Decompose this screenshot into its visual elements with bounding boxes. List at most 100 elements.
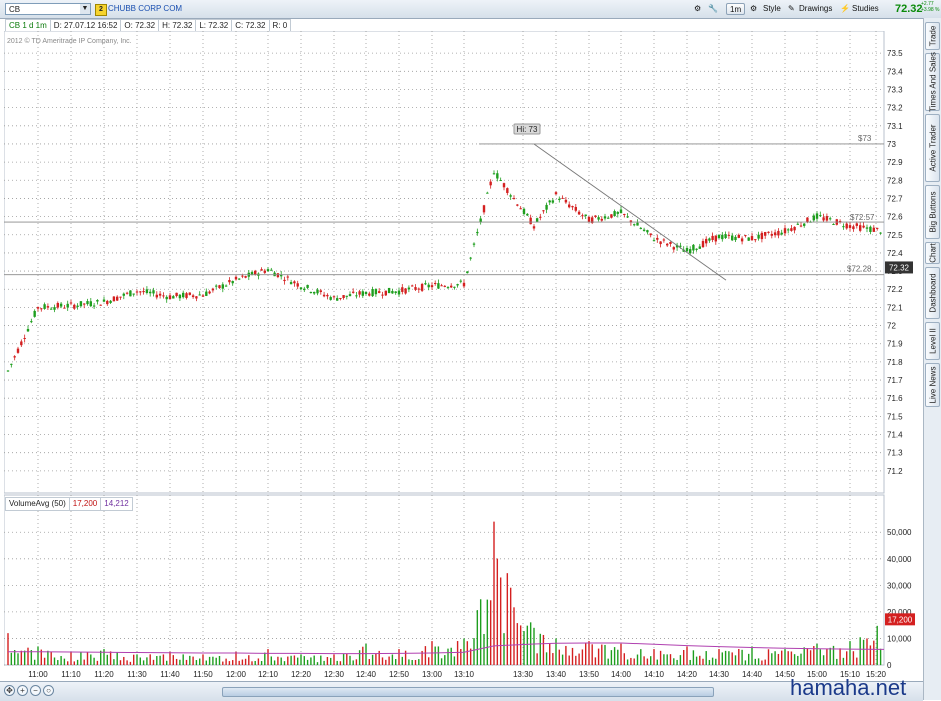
symbol-input[interactable]: CB ▼	[5, 3, 91, 15]
zoom-reset-icon[interactable]: ○	[43, 685, 54, 696]
pan-icon[interactable]: ✥	[4, 685, 15, 696]
side-tab-label: Live News	[928, 366, 937, 404]
volume-bar	[428, 657, 430, 665]
volume-bar	[731, 652, 733, 665]
scrollbar-thumb[interactable]	[222, 687, 714, 697]
side-tab-live-news[interactable]: Live News	[925, 363, 940, 407]
volume-bar	[689, 659, 691, 665]
bottom-scrollbar[interactable]: ✥ + − ○	[0, 681, 923, 701]
side-tab-chart[interactable]: Chart	[925, 242, 940, 264]
volume-bar	[225, 658, 227, 665]
volume-bar	[362, 646, 364, 665]
drawings-button[interactable]: Drawings	[799, 3, 832, 15]
volume-bar	[873, 640, 875, 665]
volume-bar	[558, 649, 560, 665]
candle-body	[381, 294, 384, 296]
chevron-down-icon[interactable]: ▼	[80, 4, 90, 14]
candle-body	[420, 283, 424, 291]
candle-body	[489, 181, 492, 186]
style-button[interactable]: Style	[763, 3, 781, 15]
candle-body	[10, 363, 13, 365]
wrench-icon[interactable]: 🔧	[708, 3, 718, 15]
volume-bar	[610, 650, 613, 665]
volume-bar	[106, 654, 108, 665]
candle-body	[737, 234, 740, 238]
volume-bar	[270, 656, 272, 665]
candle-body	[106, 300, 109, 305]
price-change: +2.77 +3.98 %	[921, 1, 940, 13]
candle-body	[215, 285, 218, 287]
side-tab-level-ii[interactable]: Level II	[925, 322, 940, 360]
timeframe-button[interactable]: 1m	[726, 3, 746, 15]
volume-y-tick-label: 0	[887, 661, 892, 670]
price-chart[interactable]: 11:00 11:10 11:20 11:30 11:40 11:50 12:00 12:10…	[4, 31, 922, 681]
candle-body	[754, 239, 757, 241]
side-tab-times-and-sales[interactable]: Times And Sales	[925, 52, 940, 112]
volume-bar	[640, 649, 642, 665]
candle-body	[551, 200, 555, 203]
candle-body	[56, 303, 59, 308]
volume-average-value: 14,212	[100, 497, 133, 511]
candle-body	[339, 297, 342, 299]
candle-body	[659, 241, 662, 245]
candle-body	[303, 288, 306, 291]
studies-button[interactable]: Studies	[852, 3, 879, 15]
volume-bar	[728, 651, 730, 665]
candle-body	[619, 209, 623, 214]
volume-bar	[781, 650, 783, 665]
candle-body	[656, 237, 659, 240]
candle-body	[342, 295, 345, 298]
y-tick-label: 72.4	[887, 249, 903, 258]
candle-body	[76, 305, 79, 307]
side-tab-big-buttons[interactable]: Big Buttons	[925, 185, 940, 239]
volume-bar	[23, 650, 26, 665]
side-tab-active-trader[interactable]: Active Trader	[925, 114, 940, 182]
candle-body	[263, 270, 266, 273]
volume-bar	[185, 659, 188, 665]
volume-bar	[444, 655, 446, 665]
candle-body	[773, 232, 777, 236]
volume-bar	[607, 658, 609, 665]
zoom-in-icon[interactable]: +	[17, 685, 28, 696]
volume-bar	[483, 633, 485, 665]
candle-body	[472, 243, 476, 245]
candle-body	[276, 273, 280, 278]
candle-body	[764, 231, 767, 236]
volume-bar	[636, 654, 639, 665]
volume-bar	[90, 654, 92, 665]
candle-body	[642, 229, 646, 231]
candle-body	[711, 235, 714, 241]
volume-bar	[787, 651, 789, 665]
side-tab-dashboard[interactable]: Dashboard	[925, 267, 940, 319]
volume-bar	[447, 648, 449, 665]
x-tick-label: 11:30	[127, 670, 147, 679]
candle-body	[496, 173, 499, 179]
link-badge[interactable]: 2	[95, 4, 107, 16]
settings-icon[interactable]: ⚙	[694, 3, 701, 15]
candle-body	[506, 188, 509, 193]
volume-bar	[414, 659, 417, 665]
candle-body	[486, 192, 489, 194]
candle-body	[211, 288, 215, 291]
zoom-out-icon[interactable]: −	[30, 685, 41, 696]
candle-body	[492, 173, 496, 175]
volume-bar	[316, 662, 319, 665]
volume-bar	[757, 658, 760, 665]
y-tick-label: 72.7	[887, 194, 903, 203]
x-tick-label: 12:50	[389, 670, 410, 679]
candle-body	[99, 304, 102, 306]
candle-body	[721, 234, 724, 240]
volume-bar	[103, 649, 105, 665]
candle-body	[73, 304, 76, 309]
x-tick-label: 12:10	[258, 670, 279, 679]
candle-body	[86, 301, 89, 305]
candle-body	[499, 180, 502, 182]
y-tick-label: 71.6	[887, 394, 903, 403]
candle-body	[750, 236, 754, 241]
volume-bar	[342, 654, 345, 665]
side-tab-trade[interactable]: Trade	[925, 22, 940, 50]
candle-body	[825, 216, 829, 221]
volume-bar	[738, 648, 740, 665]
volume-bar	[264, 652, 266, 665]
volume-bar	[20, 650, 23, 665]
